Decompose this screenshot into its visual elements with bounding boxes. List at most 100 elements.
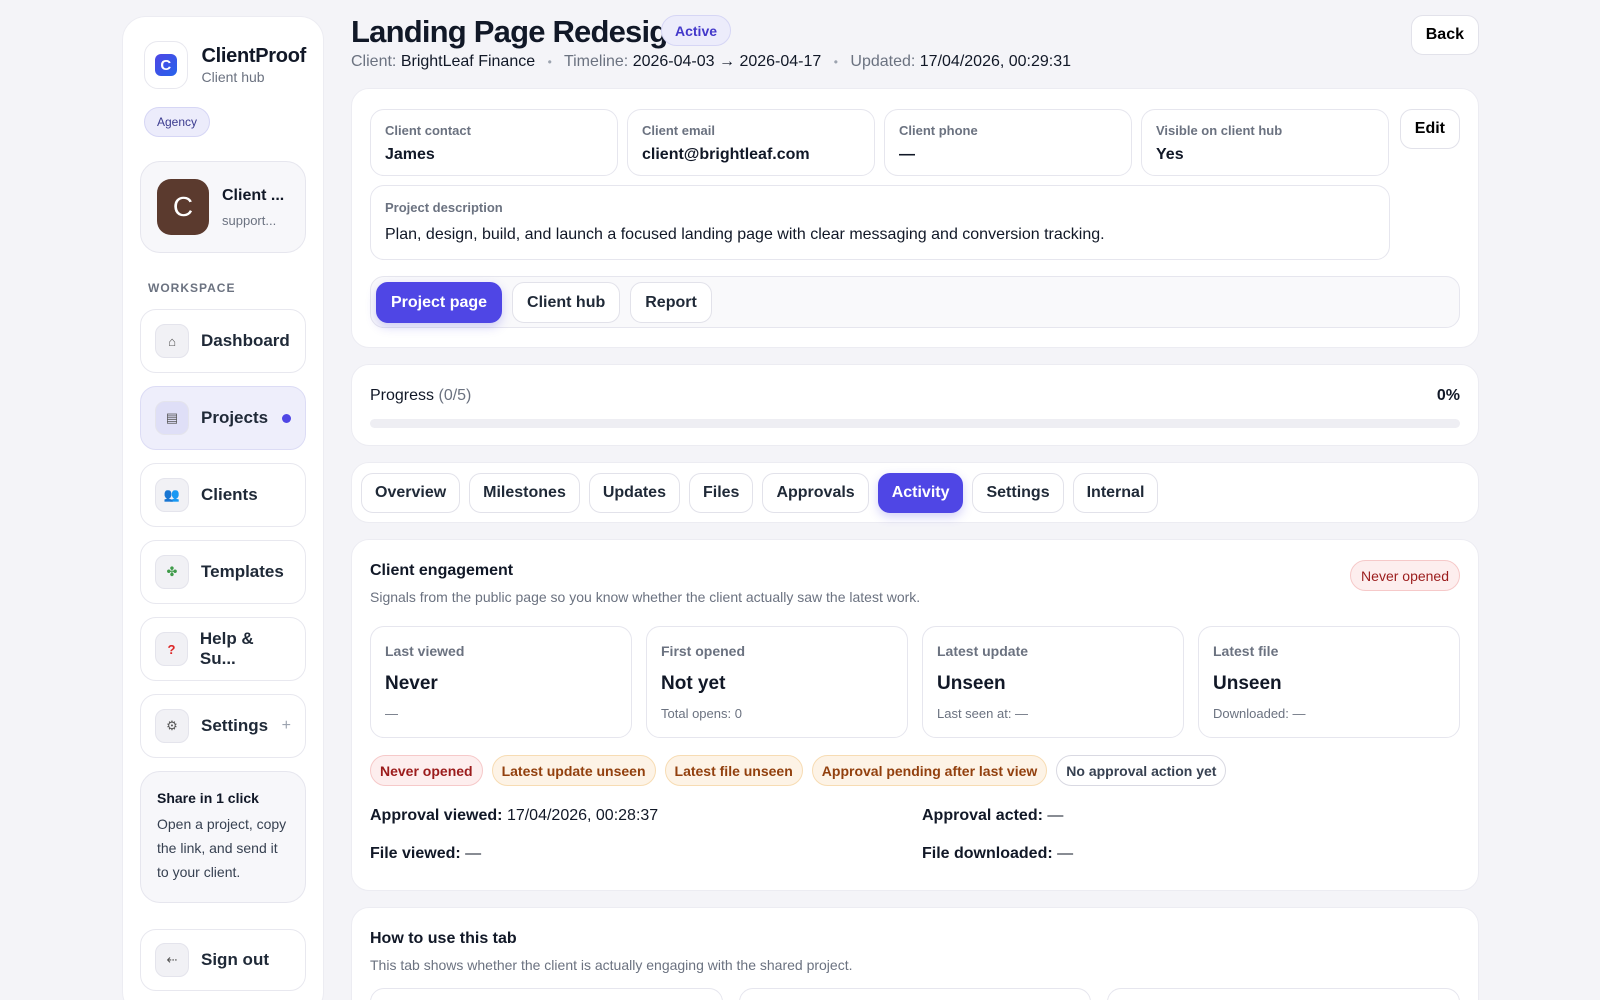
sidebar-item-settings[interactable]: ⚙ Settings + xyxy=(140,694,306,758)
sign-out-button[interactable]: ⇠ Sign out xyxy=(140,929,306,991)
brand-subtitle: Client hub xyxy=(201,69,265,85)
project-page-button[interactable]: Project page xyxy=(376,282,503,323)
tab-activity[interactable]: Activity xyxy=(877,473,964,513)
kv-label: File downloaded: xyxy=(922,845,1053,862)
stat-sub: Downloaded: — xyxy=(1213,706,1306,721)
help-icon: ? xyxy=(155,632,188,666)
field-label: Client contact xyxy=(385,123,471,138)
stat-value: Never xyxy=(385,673,438,694)
main-content: Landing Page Redesign Active Client: Bri… xyxy=(351,0,1479,1000)
tab-internal[interactable]: Internal xyxy=(1072,473,1159,513)
progress-bar xyxy=(370,419,1460,428)
kv-label: Approval acted: xyxy=(922,807,1043,824)
profile-email: support... xyxy=(222,212,277,228)
profile-card[interactable]: C Client ... support... xyxy=(140,161,306,253)
progress-percent: 0% xyxy=(1436,387,1460,404)
tab-approvals[interactable]: Approvals xyxy=(762,473,869,513)
sidebar-item-label: Dashboard xyxy=(201,331,290,350)
stat-sub: Last seen at: — xyxy=(937,706,1029,721)
tab-overview[interactable]: Overview xyxy=(361,473,461,513)
updated-value: 17/04/2026, 00:29:31 xyxy=(919,53,1072,70)
sidebar-item-label: Clients xyxy=(201,485,258,504)
brand[interactable]: C ClientProof Client hub xyxy=(144,41,306,89)
stat-latest-update: Latest update Unseen Last seen at: — xyxy=(922,626,1184,738)
sidebar-item-label: Templates xyxy=(201,562,284,581)
field-value: James xyxy=(385,146,435,163)
agency-badge: Agency xyxy=(144,107,211,137)
field-label: Project description xyxy=(385,200,503,215)
stat-sub: Total opens: 0 xyxy=(661,706,742,721)
section-title: How to use this tab xyxy=(370,930,517,947)
client-hub-button[interactable]: Client hub xyxy=(512,282,621,323)
stat-value: Unseen xyxy=(937,673,1006,694)
kv-value: — xyxy=(1047,807,1064,824)
tab-settings[interactable]: Settings xyxy=(972,473,1064,513)
share-tip-text: Open a project, copy the link, and send … xyxy=(157,816,287,880)
visible-on-hub-field: Visible on client hub Yes xyxy=(1141,109,1389,176)
section-title: Client engagement xyxy=(370,562,514,579)
updated-label: Updated: xyxy=(850,53,916,70)
engagement-stats: Last viewed Never — First opened Not yet… xyxy=(370,626,1460,738)
stat-value: Unseen xyxy=(1213,673,1282,694)
brand-logo: C xyxy=(144,41,188,89)
field-value: — xyxy=(899,146,915,163)
page-title: Landing Page Redesign xyxy=(351,14,686,49)
client-engagement-card: Client engagement Signals from the publi… xyxy=(351,539,1479,891)
stat-last-viewed: Last viewed Never — xyxy=(370,626,632,738)
client-label: Client: xyxy=(351,53,397,70)
engagement-status-badge: Never opened xyxy=(1350,560,1460,591)
kv-label: File viewed: xyxy=(370,845,461,862)
avatar: C xyxy=(157,179,209,235)
client-email-field: Client email client@brightleaf.com xyxy=(627,109,875,176)
stat-first-opened: First opened Not yet Total opens: 0 xyxy=(646,626,908,738)
brand-name: ClientProof xyxy=(201,45,307,67)
file-downloaded: File downloaded: — xyxy=(922,845,1073,863)
view-switcher: Project page Client hub Report xyxy=(370,276,1460,328)
stat-sub: — xyxy=(385,706,398,721)
section-subtitle: Signals from the public page so you know… xyxy=(370,589,921,605)
stat-label: First opened xyxy=(661,643,746,659)
puzzle-icon: ✤ xyxy=(155,555,189,589)
edit-button[interactable]: Edit xyxy=(1399,109,1460,149)
how-to-box xyxy=(370,988,723,1000)
progress-count: (0/5) xyxy=(438,387,472,404)
share-tip-title: Share in 1 click xyxy=(157,790,259,806)
approval-viewed: Approval viewed: 17/04/2026, 00:28:37 xyxy=(370,807,658,825)
tab-files[interactable]: Files xyxy=(688,473,754,513)
sign-out-label: Sign out xyxy=(201,950,269,969)
profile-name: Client ... xyxy=(222,186,285,204)
sidebar-item-clients[interactable]: 👥 Clients xyxy=(140,463,306,527)
kv-value: — xyxy=(1057,845,1074,862)
project-tabs: Overview Milestones Updates Files Approv… xyxy=(351,462,1479,523)
progress-card: Progress (0/5) 0% xyxy=(351,364,1479,446)
tab-updates[interactable]: Updates xyxy=(588,473,680,513)
kv-value: — xyxy=(465,845,482,862)
sidebar-item-dashboard[interactable]: ⌂ Dashboard xyxy=(140,309,306,373)
sidebar-nav: ⌂ Dashboard ▤ Projects 👥 Clients ✤ Templ… xyxy=(140,309,306,758)
stat-latest-file: Latest file Unseen Downloaded: — xyxy=(1198,626,1460,738)
timeline-value: 2026-04-03 → 2026-04-17 xyxy=(632,53,822,70)
engagement-chips: Never opened Latest update unseen Latest… xyxy=(370,755,1227,786)
status-chip: No approval action yet xyxy=(1056,755,1227,786)
progress-label: Progress xyxy=(370,387,435,404)
client-phone-field: Client phone — xyxy=(884,109,1132,176)
report-button[interactable]: Report xyxy=(630,282,712,323)
sidebar-item-templates[interactable]: ✤ Templates xyxy=(140,540,306,604)
sidebar-item-label: Settings xyxy=(201,716,269,735)
sidebar-item-label: Help & Su... xyxy=(199,629,254,668)
how-to-box xyxy=(1107,988,1461,1000)
field-label: Client email xyxy=(642,123,715,138)
sign-out-icon: ⇠ xyxy=(155,943,189,977)
sidebar-item-help[interactable]: ? Help & Su... xyxy=(140,617,306,681)
share-tip-card: Share in 1 click Open a project, copy th… xyxy=(140,771,306,903)
tab-milestones[interactable]: Milestones xyxy=(469,473,580,513)
timeline-label: Timeline: xyxy=(563,53,629,70)
active-indicator-dot xyxy=(282,413,291,423)
sidebar-item-projects[interactable]: ▤ Projects xyxy=(140,386,306,450)
approval-acted: Approval acted: — xyxy=(922,807,1063,825)
expand-plus-icon[interactable]: + xyxy=(282,717,291,735)
back-button[interactable]: Back xyxy=(1410,15,1479,55)
gear-icon: ⚙ xyxy=(155,709,189,743)
file-viewed: File viewed: — xyxy=(370,845,481,863)
status-chip: Never opened xyxy=(370,755,483,786)
